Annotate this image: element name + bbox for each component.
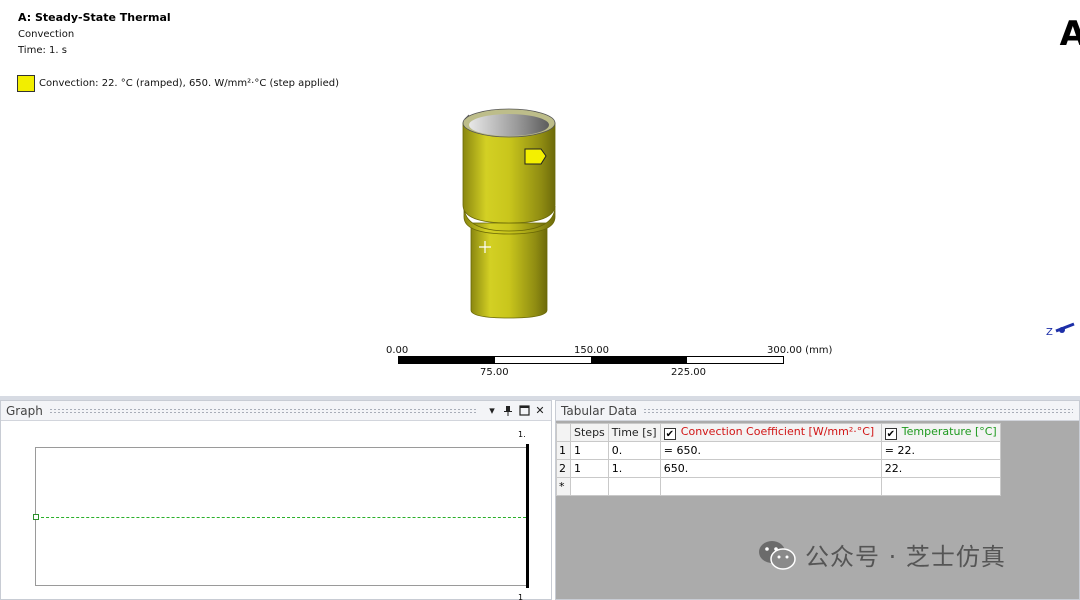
dropdown-icon[interactable]: ▾ xyxy=(485,404,499,418)
cell-time[interactable] xyxy=(607,477,661,496)
row-number: * xyxy=(556,477,571,496)
close-icon[interactable]: ✕ xyxy=(533,404,547,418)
time-cursor-line[interactable] xyxy=(526,444,529,588)
tabular-data-table: Steps Time [s] ✔ Convection Coefficient [… xyxy=(556,423,1001,496)
graph-bottom-value: 1 xyxy=(518,593,524,600)
checkbox-checked-icon[interactable]: ✔ xyxy=(884,428,897,440)
column-header-convection[interactable]: ✔ Convection Coefficient [W/mm²·°C] xyxy=(659,423,882,442)
scale-label-150: 150.00 xyxy=(574,345,609,356)
maximize-icon[interactable] xyxy=(517,404,531,418)
tabular-data-title: Tabular Data xyxy=(561,403,638,418)
triad-z-label: Z xyxy=(1046,327,1053,338)
cell-time[interactable]: 0. xyxy=(607,441,661,460)
cell-temperature[interactable]: = 22. xyxy=(880,441,1001,460)
table-row[interactable]: 1 1 0. = 650. = 22. xyxy=(556,441,1001,460)
table-header-row: Steps Time [s] ✔ Convection Coefficient [… xyxy=(556,423,1001,442)
convection-line xyxy=(36,517,526,518)
row-number: 2 xyxy=(556,459,571,478)
data-point-marker xyxy=(33,514,39,520)
cell-time[interactable]: 1. xyxy=(607,459,661,478)
cell-convection[interactable] xyxy=(659,477,882,496)
graphics-viewport[interactable]: A: Steady-State Thermal Convection Time:… xyxy=(0,0,1080,396)
graph-plot-area[interactable] xyxy=(33,444,529,588)
cell-steps[interactable]: 1 xyxy=(570,441,609,460)
panel-grip[interactable] xyxy=(643,407,1073,414)
wechat-icon xyxy=(759,540,796,570)
cell-temperature[interactable] xyxy=(880,477,1001,496)
cell-steps[interactable] xyxy=(570,477,609,496)
cylinder-part-model[interactable] xyxy=(455,105,565,325)
column-header-time[interactable]: Time [s] xyxy=(607,423,661,442)
boundary-condition-name: Convection xyxy=(18,29,75,40)
corner-cell xyxy=(556,423,571,442)
scale-bar-segments xyxy=(398,356,784,364)
scale-bar: 0.00 150.00 300.00 (mm) 75.00 225.00 xyxy=(386,345,832,385)
load-legend: Convection: 22. °C (ramped), 650. W/mm²·… xyxy=(17,75,339,92)
cell-convection[interactable]: 650. xyxy=(659,459,882,478)
graph-top-value: 1. xyxy=(518,430,526,439)
graph-panel-header[interactable]: Graph ▾ ✕ xyxy=(1,401,551,421)
checkbox-checked-icon[interactable]: ✔ xyxy=(663,428,676,440)
watermark-text: 公众号 · 芝士仿真 xyxy=(805,543,1006,571)
watermark: 公众号 · 芝士仿真 xyxy=(757,537,1006,572)
legend-text: Convection: 22. °C (ramped), 650. W/mm²·… xyxy=(39,78,339,89)
legend-swatch-icon xyxy=(17,75,35,92)
scale-label-300: 300.00 (mm) xyxy=(767,345,833,356)
scale-label-0: 0.00 xyxy=(386,345,409,356)
panel-grip[interactable] xyxy=(48,407,477,414)
scale-label-75: 75.00 xyxy=(480,367,509,378)
time-readout: Time: 1. s xyxy=(18,45,67,56)
row-number: 1 xyxy=(556,441,571,460)
cell-convection[interactable]: = 650. xyxy=(659,441,882,460)
table-row[interactable]: 2 1 1. 650. 22. xyxy=(556,459,1001,478)
scale-label-225: 225.00 xyxy=(671,367,706,378)
analysis-title: A: Steady-State Thermal xyxy=(18,11,171,24)
cell-temperature[interactable]: 22. xyxy=(880,459,1001,478)
axis-triad-icon[interactable]: Z xyxy=(1040,318,1080,342)
tabular-data-header[interactable]: Tabular Data xyxy=(556,401,1079,421)
graph-panel: Graph ▾ ✕ 1. 1 xyxy=(0,400,552,600)
column-header-steps[interactable]: Steps xyxy=(570,423,609,442)
ansys-logo: A xyxy=(1059,14,1080,54)
table-row-new[interactable]: * xyxy=(556,477,1001,496)
column-header-temperature[interactable]: ✔ Temperature [°C] xyxy=(880,423,1001,442)
pin-icon[interactable] xyxy=(501,404,515,418)
cell-steps[interactable]: 1 xyxy=(570,459,609,478)
graph-panel-title: Graph xyxy=(6,403,43,418)
